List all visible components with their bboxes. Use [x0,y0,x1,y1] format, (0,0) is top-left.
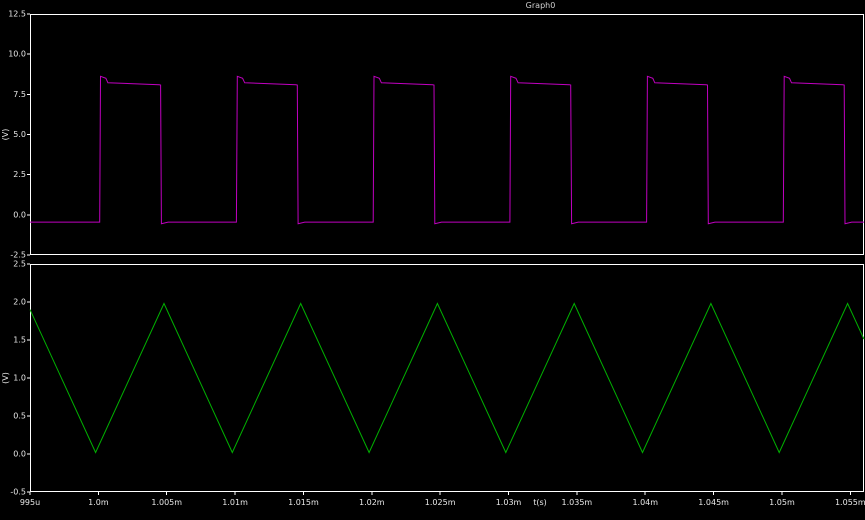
trace-triangle_wave [30,304,864,453]
y-tick-label: 0.5 [13,412,26,421]
pane-frame [31,15,864,255]
y-tick-label: 5.0 [13,130,26,139]
x-tick-label: 1.035m [562,498,593,507]
y-tick-label: -0.5 [10,488,26,497]
y-tick-label: 2.5 [13,260,26,269]
pane-frame [31,265,864,492]
y-tick-label: 10.0 [8,50,26,59]
x-tick-label: 995u [20,498,40,507]
x-tick-label: 1.015m [288,498,319,507]
x-tick-label: 1.0m [88,498,109,507]
y-tick-label: 2.5 [13,170,26,179]
graph-window: Graph0 12.510.07.55.02.50.0-2.5(V)2.52.0… [0,0,865,520]
x-tick-label: 1.025m [425,498,456,507]
trace-square_wave [30,76,864,223]
y-tick-label: 0.0 [13,210,26,219]
x-axis-label: t(s) [533,498,547,507]
y-axis-label: (V) [1,372,10,384]
x-tick-label: 1.045m [698,498,729,507]
x-tick-label: 1.005m [151,498,182,507]
y-tick-label: -2.5 [10,251,26,260]
y-tick-label: 7.5 [13,90,26,99]
y-axis-label: (V) [1,129,10,141]
x-tick-label: 1.055m [835,498,865,507]
x-tick-label: 1.01m [222,498,248,507]
y-tick-label: 1.0 [13,374,26,383]
plot-area[interactable]: 12.510.07.55.02.50.0-2.5(V)2.52.01.51.00… [0,0,865,520]
x-tick-label: 1.05m [769,498,795,507]
y-tick-label: 2.0 [13,298,26,307]
x-tick-label: 1.02m [359,498,385,507]
y-tick-label: 12.5 [8,10,26,19]
y-tick-label: 1.5 [13,336,26,345]
y-tick-label: 0.0 [13,450,26,459]
x-tick-label: 1.03m [496,498,522,507]
x-tick-label: 1.04m [632,498,658,507]
